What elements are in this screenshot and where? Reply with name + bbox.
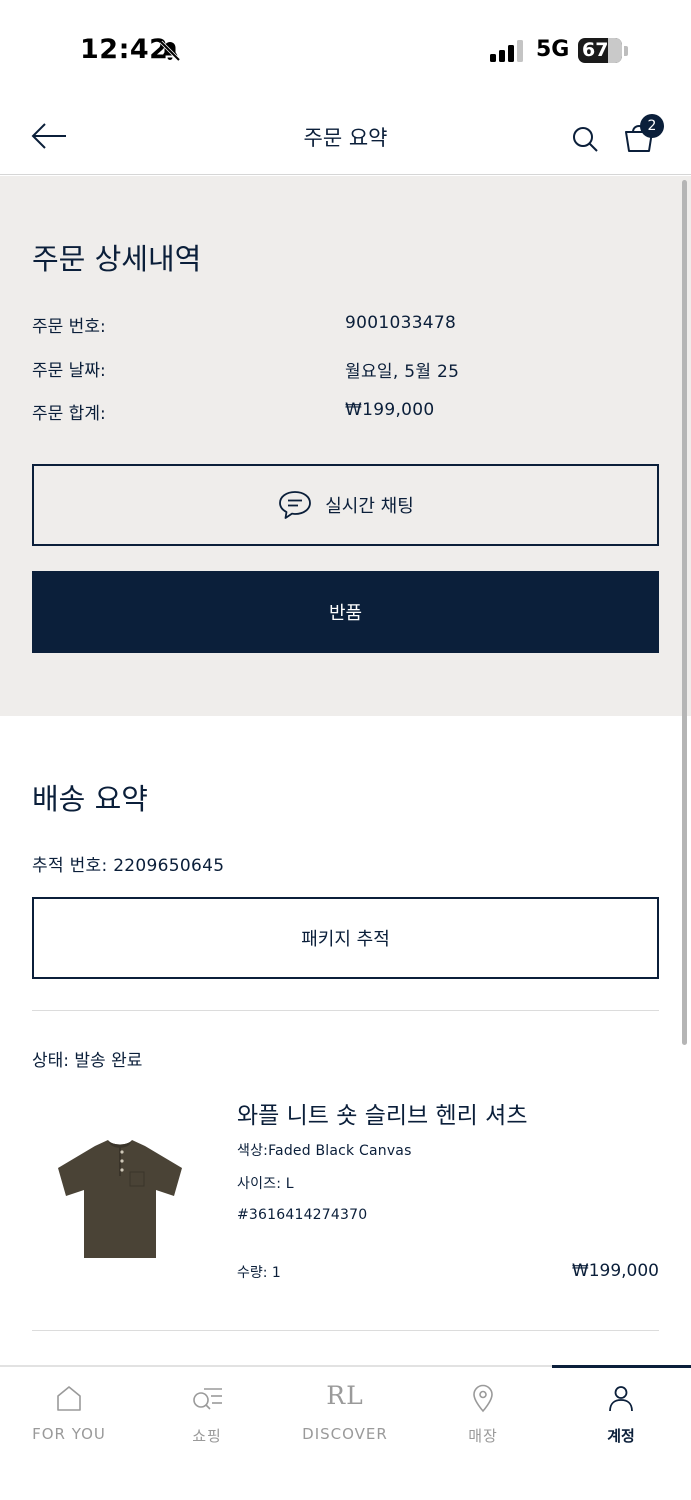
tab-discover[interactable]: RL DISCOVER	[276, 1367, 414, 1467]
return-label: 반품	[328, 603, 363, 624]
signal-icon	[490, 40, 523, 62]
chat-bubble-icon	[279, 491, 312, 519]
tab-label: FOR YOU	[32, 1425, 106, 1443]
shipping-summary-title: 배송 요약	[32, 782, 148, 816]
order-total-label: 주문 합계:	[32, 404, 106, 424]
location-pin-icon	[473, 1384, 493, 1413]
shipment-status: 상태: 발송 완료	[32, 1051, 143, 1071]
track-package-label: 패키지 추적	[301, 929, 390, 950]
product-quantity: 수량: 1	[237, 1265, 281, 1281]
tracking-number: 추적 번호: 2209650645	[32, 856, 225, 876]
bottom-tab-bar: FOR YOU 쇼핑 RL DISCOVER 매장 계정	[0, 1365, 691, 1500]
order-number-value: 9001033478	[345, 313, 457, 333]
product-size: 사이즈: L	[237, 1176, 294, 1192]
cart-count-badge: 2	[640, 114, 664, 138]
product-name[interactable]: 와플 니트 숏 슬리브 헨리 셔츠	[237, 1096, 527, 1130]
bell-muted-icon	[159, 40, 181, 62]
order-details-section: 주문 상세내역 주문 번호: 9001033478 주문 날짜: 월요일, 5월…	[0, 176, 691, 716]
tab-label: 쇼핑	[192, 1427, 222, 1445]
scrollbar[interactable]	[682, 180, 687, 1045]
tab-stores[interactable]: 매장	[414, 1367, 552, 1467]
home-icon	[57, 1386, 81, 1411]
order-details-title: 주문 상세내역	[32, 242, 202, 276]
tab-for-you[interactable]: FOR YOU	[0, 1367, 138, 1467]
product-price: ₩199,000	[571, 1261, 659, 1281]
network-type: 5G	[536, 37, 570, 62]
status-bar: 12:42 5G 67	[0, 0, 691, 100]
divider	[32, 1330, 659, 1331]
battery-cap	[624, 46, 628, 56]
track-package-button[interactable]: 패키지 추적	[32, 897, 659, 979]
tab-label: 매장	[468, 1427, 498, 1445]
rl-logo: RL	[326, 1381, 364, 1410]
search-icon[interactable]	[571, 125, 599, 153]
product-color: 색상:Faded Black Canvas	[237, 1143, 412, 1159]
person-icon	[609, 1386, 633, 1412]
shop-search-icon	[193, 1388, 222, 1410]
order-number-label: 주문 번호:	[32, 317, 106, 337]
order-date-label: 주문 날짜:	[32, 361, 106, 381]
tab-shop[interactable]: 쇼핑	[138, 1367, 276, 1467]
battery-level: 67	[582, 39, 609, 61]
divider	[32, 1010, 659, 1011]
product-sku: #3616414274370	[237, 1207, 368, 1223]
shipping-summary-section: 배송 요약 추적 번호: 2209650645 패키지 추적 상태: 발송 완료…	[0, 716, 691, 1366]
product-image-henley-shirt[interactable]	[50, 1124, 190, 1264]
live-chat-label: 실시간 채팅	[325, 496, 414, 517]
return-button[interactable]: 반품	[32, 571, 659, 653]
status-time: 12:42	[80, 34, 169, 65]
tab-label: 계정	[607, 1427, 635, 1445]
app-header: 주문 요약	[0, 100, 691, 175]
order-total-value: ₩199,000	[345, 400, 435, 420]
battery-icon: 67	[578, 38, 622, 63]
tab-account[interactable]: 계정	[552, 1367, 690, 1467]
live-chat-button[interactable]: 실시간 채팅	[32, 464, 659, 546]
order-date-value: 월요일, 5월 25	[345, 362, 460, 382]
tab-label: DISCOVER	[302, 1425, 388, 1443]
